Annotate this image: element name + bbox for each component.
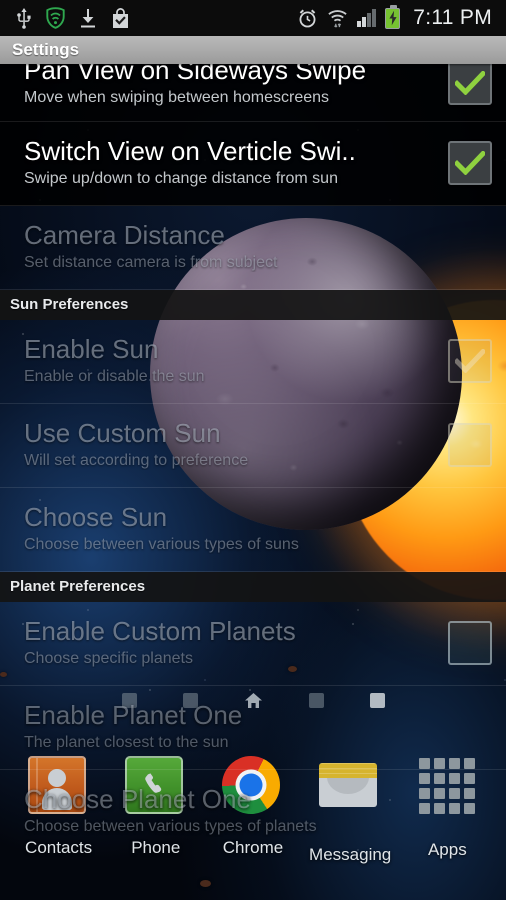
- pref-row-choose-sun[interactable]: Choose Sun Choose between various types …: [0, 488, 506, 572]
- pref-checkbox-enable-custom-planets[interactable]: [448, 620, 492, 665]
- pref-title: Use Custom Sun: [24, 418, 221, 448]
- status-bar-clock: 7:11 PM: [413, 6, 492, 29]
- pref-title: Enable Custom Planets: [24, 616, 296, 646]
- settings-overlay: 7:11 PM Settings Pan View on Sideways Sw…: [0, 0, 506, 900]
- pref-row-switch-view[interactable]: Switch View on Verticle Swi.. Swipe up/d…: [0, 122, 506, 206]
- preference-list[interactable]: Pan View on Sideways Swipe Move when swi…: [0, 64, 506, 900]
- pref-row-pan-view[interactable]: Pan View on Sideways Swipe Move when swi…: [0, 64, 506, 122]
- pref-subtitle: Move when swiping between homescreens: [24, 88, 330, 106]
- pref-subtitle: The planet closest to the sun: [24, 733, 229, 751]
- title-bar: Settings: [0, 36, 506, 64]
- pref-checkbox-pan-view[interactable]: [448, 64, 492, 105]
- pref-checkbox-enable-sun[interactable]: [448, 338, 492, 383]
- pref-title: Enable Sun: [24, 334, 159, 364]
- pref-row-camera-distance[interactable]: Camera Distance Set distance camera is f…: [0, 206, 506, 290]
- play-store-icon: [111, 7, 130, 29]
- pref-row-use-custom-sun[interactable]: Use Custom Sun Will set according to pre…: [0, 404, 506, 488]
- pref-row-choose-planet-one[interactable]: Choose Planet One Choose between various…: [0, 770, 506, 854]
- status-bar: 7:11 PM: [0, 0, 506, 36]
- pref-subtitle: Choose between various types of planets: [24, 818, 317, 836]
- section-header-sun: Sun Preferences: [0, 290, 506, 320]
- pref-subtitle: Set distance camera is from subject: [24, 253, 278, 271]
- pref-checkbox-use-custom-sun[interactable]: [448, 422, 492, 467]
- pref-row-enable-planet-one[interactable]: Enable Planet One The planet closest to …: [0, 686, 506, 770]
- alarm-icon: [297, 8, 318, 29]
- pref-subtitle: Choose specific planets: [24, 649, 193, 667]
- battery-charging-icon: [385, 4, 401, 29]
- pref-subtitle: Choose between various types of suns: [24, 535, 299, 553]
- vpn-shield-icon: [46, 7, 65, 29]
- pref-title: Camera Distance: [24, 220, 225, 250]
- wifi-icon: [327, 8, 348, 29]
- usb-icon: [16, 7, 32, 29]
- pref-title: Pan View on Sideways Swipe: [24, 64, 367, 85]
- pref-row-enable-sun[interactable]: Enable Sun Enable or disable the sun: [0, 320, 506, 404]
- section-header-planet: Planet Preferences: [0, 572, 506, 602]
- pref-checkbox-switch-view[interactable]: [448, 140, 492, 185]
- pref-title: Switch View on Verticle Swi..: [24, 136, 356, 166]
- pref-subtitle: Enable or disable the sun: [24, 367, 205, 385]
- page-title: Settings: [12, 40, 80, 59]
- pref-title: Enable Planet One: [24, 700, 243, 730]
- pref-subtitle: Will set according to preference: [24, 451, 249, 469]
- pref-title: Choose Planet One: [24, 785, 251, 815]
- signal-icon: [357, 9, 377, 27]
- pref-row-enable-custom-planets[interactable]: Enable Custom Planets Choose specific pl…: [0, 602, 506, 686]
- pref-subtitle: Swipe up/down to change distance from su…: [24, 169, 338, 187]
- pref-title: Choose Sun: [24, 502, 168, 532]
- download-icon: [79, 8, 97, 29]
